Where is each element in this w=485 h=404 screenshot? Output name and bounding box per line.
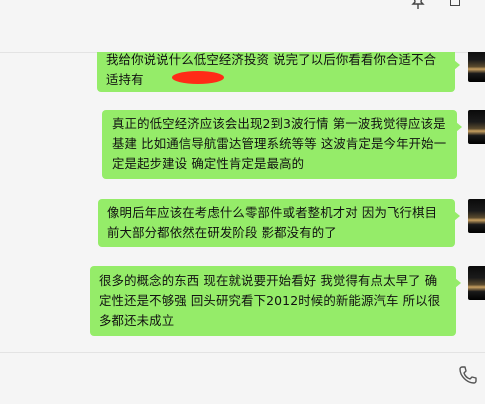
message-bubble[interactable]: 像明后年应该在考虑什么零部件或者整机才对 因为飞行棋目前大部分都依然在研发阶段 … <box>98 199 460 247</box>
message-bubble[interactable]: 我给你说说什么低空经济投资 说完了以后你看看你合适不合适持有 <box>97 52 460 92</box>
chat-header <box>0 0 485 53</box>
avatar[interactable] <box>468 199 485 233</box>
message-list[interactable]: 我给你说说什么低空经济投资 说完了以后你看看你合适不合适持有 真正的低空经济应该… <box>0 52 485 352</box>
message-text: 真正的低空经济应该会出现2到3波行情 第一波我觉得应该是基建 比如通信导航雷达管… <box>112 116 447 171</box>
message-text: 很多的概念的东西 现在就说要开始看好 我觉得有点太早了 确定性还是不够强 回头研… <box>99 273 441 328</box>
pin-icon[interactable] <box>411 0 425 10</box>
input-area[interactable] <box>0 352 485 404</box>
avatar[interactable] <box>468 110 485 144</box>
maximize-icon[interactable] <box>450 0 460 6</box>
avatar[interactable] <box>468 52 485 82</box>
redaction-mark <box>172 71 224 84</box>
message-bubble[interactable]: 很多的概念的东西 现在就说要开始看好 我觉得有点太早了 确定性还是不够强 回头研… <box>90 266 461 336</box>
phone-icon[interactable] <box>458 365 478 385</box>
avatar[interactable] <box>468 266 485 300</box>
message-text: 我给你说说什么低空经济投资 说完了以后你看看你合适不合适持有 <box>106 52 437 87</box>
message-bubble[interactable]: 真正的低空经济应该会出现2到3波行情 第一波我觉得应该是基建 比如通信导航雷达管… <box>102 110 462 179</box>
message-text: 像明后年应该在考虑什么零部件或者整机才对 因为飞行棋目前大部分都依然在研发阶段 … <box>107 205 438 240</box>
